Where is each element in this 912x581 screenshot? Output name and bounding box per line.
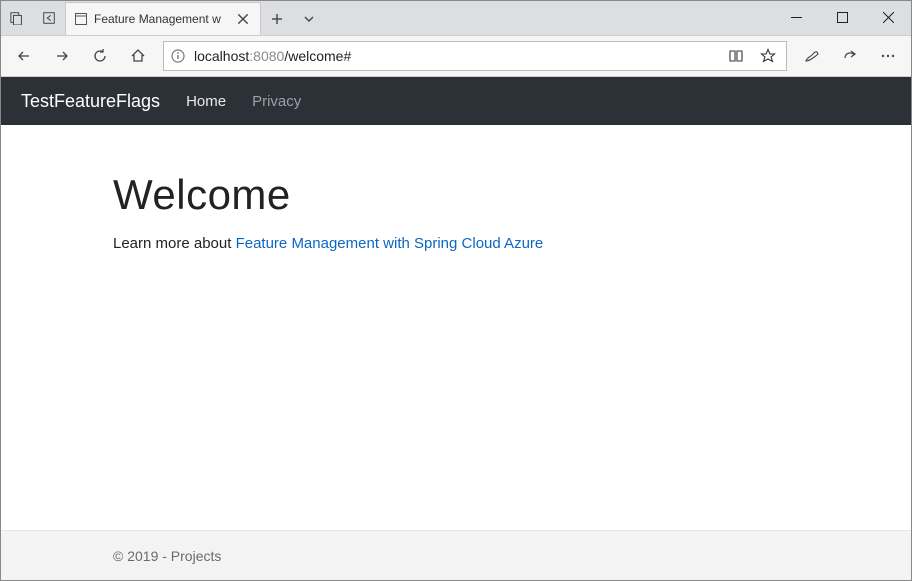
plus-icon [270,12,284,26]
new-tab-button[interactable] [261,2,293,35]
close-icon [236,12,250,26]
nav-back-button[interactable] [7,39,41,73]
tab-actions-button[interactable] [293,2,325,35]
title-bar: Feature Management w [1,1,911,35]
page-content: Welcome Learn more about Feature Managem… [1,125,911,530]
tabs-set-aside-button[interactable] [1,2,33,35]
tabs-you-set-aside-icon [42,11,56,25]
window-minimize-button[interactable] [773,1,819,34]
tab-close-button[interactable] [236,12,250,26]
close-icon [883,12,894,23]
favorite-button[interactable] [756,44,780,68]
site-navbar: TestFeatureFlags Home Privacy [1,77,911,125]
window-controls [773,1,911,35]
refresh-icon [92,48,108,64]
brand-link[interactable]: TestFeatureFlags [21,91,160,112]
lead-text: Learn more about [113,235,236,252]
window-maximize-button[interactable] [819,1,865,34]
url-path: /welcome# [284,48,351,64]
arrow-left-icon [16,48,32,64]
nav-forward-button[interactable] [45,39,79,73]
url-host: localhost [194,48,249,64]
info-icon [170,48,186,64]
url-port: :8080 [249,48,284,64]
nav-home-button[interactable] [121,39,155,73]
notes-button[interactable] [795,39,829,73]
ellipsis-icon [880,48,896,64]
window-close-button[interactable] [865,1,911,34]
share-icon [842,48,858,64]
tab-title: Feature Management w [94,12,230,26]
address-bar[interactable]: localhost:8080/welcome# [163,41,787,71]
title-bar-drag-region[interactable] [325,1,773,35]
nav-link-privacy[interactable]: Privacy [252,93,301,110]
nav-link-home[interactable]: Home [186,93,226,110]
address-bar-url: localhost:8080/welcome# [194,48,351,64]
tabs-you-set-aside-button[interactable] [33,2,65,35]
browser-toolbar: localhost:8080/welcome# [1,35,911,77]
maximize-icon [837,12,848,23]
page-viewport: TestFeatureFlags Home Privacy Welcome Le… [1,77,911,580]
settings-more-button[interactable] [871,39,905,73]
share-button[interactable] [833,39,867,73]
footer-text: © 2019 - Projects [113,548,221,564]
tab-set-aside-group [1,1,65,35]
browser-tab-active[interactable]: Feature Management w [65,2,261,35]
home-icon [130,48,146,64]
minimize-icon [791,12,802,23]
page-heading: Welcome [113,171,911,219]
page-lead: Learn more about Feature Management with… [113,235,911,252]
learn-more-link[interactable]: Feature Management with Spring Cloud Azu… [236,235,544,252]
page-icon [74,12,88,26]
reading-view-button[interactable] [724,44,748,68]
tabs-set-aside-icon [10,11,24,25]
book-icon [728,48,744,64]
arrow-right-icon [54,48,70,64]
chevron-down-icon [302,12,316,26]
tab-strip: Feature Management w [65,1,325,35]
star-icon [760,48,776,64]
pen-icon [804,48,820,64]
nav-refresh-button[interactable] [83,39,117,73]
site-info-button[interactable] [170,48,186,64]
page-footer: © 2019 - Projects [1,530,911,580]
